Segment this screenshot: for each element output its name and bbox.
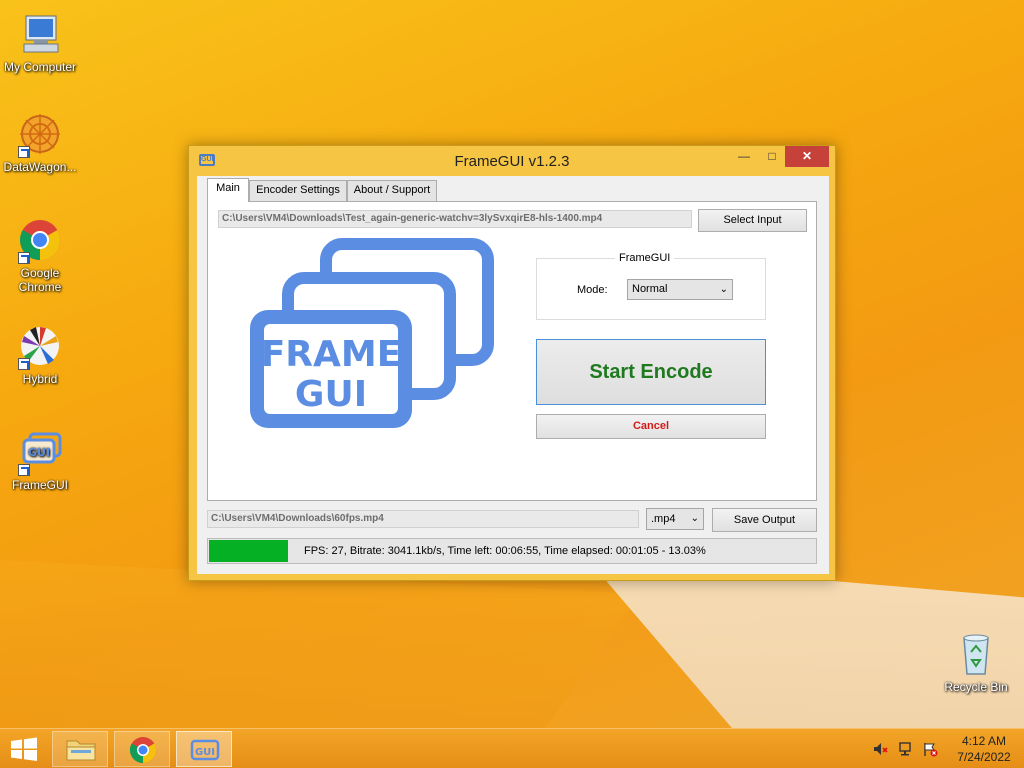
wallpaper-shape bbox=[0, 560, 640, 730]
mode-label: Mode: bbox=[577, 284, 608, 296]
main-tab-panel: C:\Users\VM4\Downloads\Test_again-generi… bbox=[207, 201, 817, 501]
progress-fill bbox=[209, 540, 288, 562]
taskbar: GUI 4:12 AM 7/24/2022 bbox=[0, 728, 1024, 768]
desktop-icon-datawagon[interactable]: DataWagon... bbox=[0, 110, 80, 174]
desktop-icon-framegui[interactable]: GUI FrameGUI bbox=[0, 428, 80, 492]
chevron-down-icon: ⌄ bbox=[690, 513, 699, 524]
recycle-bin-icon bbox=[952, 630, 1000, 678]
window-client-area: Main Encoder Settings About / Support C:… bbox=[197, 176, 829, 574]
shortcut-arrow-icon bbox=[18, 146, 30, 158]
framegui-window: GUI FrameGUI v1.2.3 — □ ✕ Main Encoder S… bbox=[188, 145, 836, 581]
chrome-icon bbox=[129, 737, 157, 764]
maximize-button[interactable]: □ bbox=[761, 146, 783, 167]
desktop-icon-recycle-bin[interactable]: Recycle Bin bbox=[936, 630, 1016, 694]
start-encode-button[interactable]: Start Encode bbox=[536, 339, 766, 405]
framegui-groupbox: FrameGUI Mode: Normal ⌄ bbox=[536, 252, 766, 320]
desktop-icon-label: My Computer bbox=[3, 60, 77, 74]
desktop-icon-label: Recycle Bin bbox=[944, 680, 1008, 694]
progress-status-text: FPS: 27, Bitrate: 3041.1kb/s, Time left:… bbox=[304, 545, 706, 557]
datawagon-icon bbox=[16, 110, 64, 158]
tab-main[interactable]: Main bbox=[207, 178, 249, 202]
taskbar-chrome[interactable] bbox=[114, 731, 170, 767]
taskbar-file-explorer[interactable] bbox=[52, 731, 108, 767]
minimize-button[interactable]: — bbox=[735, 146, 753, 167]
cancel-button[interactable]: Cancel bbox=[536, 414, 766, 439]
chrome-icon bbox=[16, 216, 64, 264]
desktop-icon-chrome[interactable]: Google Chrome bbox=[0, 216, 80, 294]
tab-encoder-settings[interactable]: Encoder Settings bbox=[249, 180, 347, 201]
close-button[interactable]: ✕ bbox=[785, 146, 829, 167]
clock-time: 4:12 AM bbox=[961, 734, 1007, 748]
desktop-icon-hybrid[interactable]: Hybrid bbox=[0, 322, 80, 386]
computer-icon bbox=[16, 10, 64, 58]
output-path-field[interactable]: C:\Users\VM4\Downloads\60fps.mp4 bbox=[207, 510, 639, 528]
input-path-field[interactable]: C:\Users\VM4\Downloads\Test_again-generi… bbox=[218, 210, 692, 228]
logo-text-frame: FRAME bbox=[261, 334, 402, 375]
chevron-down-icon: ⌄ bbox=[719, 284, 728, 295]
save-output-button[interactable]: Save Output bbox=[712, 508, 817, 532]
volume-muted-icon[interactable] bbox=[872, 741, 888, 757]
logo-text-gui: GUI bbox=[295, 374, 367, 415]
shortcut-arrow-icon bbox=[18, 358, 30, 370]
desktop-icon-label: DataWagon... bbox=[3, 160, 77, 174]
taskbar-clock[interactable]: 4:12 AM 7/24/2022 bbox=[954, 733, 1014, 765]
tab-about-support[interactable]: About / Support bbox=[347, 180, 437, 201]
format-select-value: .mp4 bbox=[651, 513, 676, 525]
groupbox-title: FrameGUI bbox=[615, 252, 675, 264]
network-icon[interactable] bbox=[898, 741, 914, 757]
start-button[interactable] bbox=[0, 731, 48, 767]
folder-icon bbox=[66, 740, 96, 761]
mode-select-value: Normal bbox=[632, 283, 668, 295]
taskbar-framegui[interactable]: GUI bbox=[176, 731, 232, 767]
mode-select[interactable]: Normal ⌄ bbox=[627, 279, 733, 300]
shortcut-arrow-icon bbox=[18, 464, 30, 476]
window-titlebar[interactable]: GUI FrameGUI v1.2.3 — □ ✕ bbox=[189, 146, 835, 176]
desktop-icon-label: FrameGUI bbox=[11, 478, 68, 492]
desktop-icon-label: Google Chrome bbox=[18, 266, 62, 294]
hybrid-icon bbox=[16, 322, 64, 370]
desktop-icon-my-computer[interactable]: My Computer bbox=[0, 10, 80, 74]
framegui-icon: GUI bbox=[16, 428, 64, 476]
format-select[interactable]: .mp4 ⌄ bbox=[646, 508, 704, 530]
framegui-logo: FRAME GUI bbox=[248, 238, 494, 434]
select-input-button[interactable]: Select Input bbox=[698, 209, 807, 232]
framegui-icon: GUI bbox=[190, 739, 220, 761]
svg-text:GUI: GUI bbox=[195, 747, 215, 758]
action-center-flag-icon[interactable] bbox=[922, 741, 938, 757]
svg-text:GUI: GUI bbox=[28, 446, 50, 459]
encode-progress-bar: FPS: 27, Bitrate: 3041.1kb/s, Time left:… bbox=[207, 538, 817, 564]
clock-date: 7/24/2022 bbox=[957, 750, 1011, 764]
shortcut-arrow-icon bbox=[18, 252, 30, 264]
desktop-icon-label: Hybrid bbox=[22, 372, 58, 386]
windows-logo-icon bbox=[11, 737, 37, 761]
